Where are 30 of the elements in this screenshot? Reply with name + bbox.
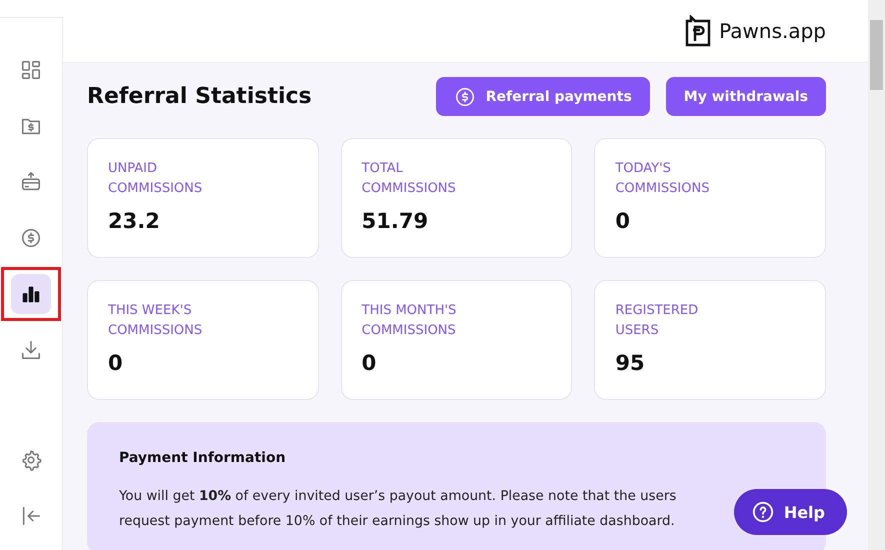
- download-icon: [20, 339, 42, 361]
- referral-payments-button[interactable]: Referral payments: [436, 77, 650, 116]
- logout-icon: [20, 505, 42, 527]
- logo-icon: [685, 15, 712, 47]
- stat-value: 0: [362, 351, 378, 375]
- card-upload-icon: [20, 171, 42, 193]
- sidebar-item[interactable]: [11, 274, 51, 314]
- scrollbar[interactable]: [868, 0, 885, 550]
- dashboard-icon: [20, 59, 42, 81]
- stat-label: TODAY'S COMMISSIONS: [615, 160, 710, 198]
- stat-label: UNPAID COMMISSIONS: [108, 160, 204, 198]
- stat-value: 0: [615, 209, 631, 233]
- withdrawals-button[interactable]: My withdrawals: [666, 77, 826, 116]
- stat-value: 23.2: [108, 209, 161, 233]
- help-button[interactable]: Help: [734, 489, 847, 535]
- stat-label: REGISTERED USERS: [615, 302, 700, 340]
- stat-value: 95: [615, 351, 646, 375]
- dollar-coin-icon: [20, 227, 42, 249]
- stat-label: THIS WEEK'S COMMISSIONS: [108, 302, 204, 340]
- stat-value: 51.79: [362, 209, 430, 233]
- settings-icon: [20, 449, 42, 471]
- payment-info-text: You will get 10% of every invited user’s payout amount. Please note that the users request payment before 10% of their earnings show up in your affiliate dashboard.: [119, 488, 676, 531]
- logo-text: Pawns.app: [719, 19, 826, 43]
- stat-label: THIS MONTH'S COMMISSIONS: [362, 302, 458, 340]
- payment-info-title: Payment Information: [119, 450, 287, 466]
- help-icon: [752, 501, 774, 523]
- stat-label: TOTAL COMMISSIONS: [362, 160, 457, 198]
- page-title: Referral Statistics: [87, 84, 313, 109]
- stat-value: 0: [108, 351, 124, 375]
- dollar-coin-icon: [454, 86, 476, 108]
